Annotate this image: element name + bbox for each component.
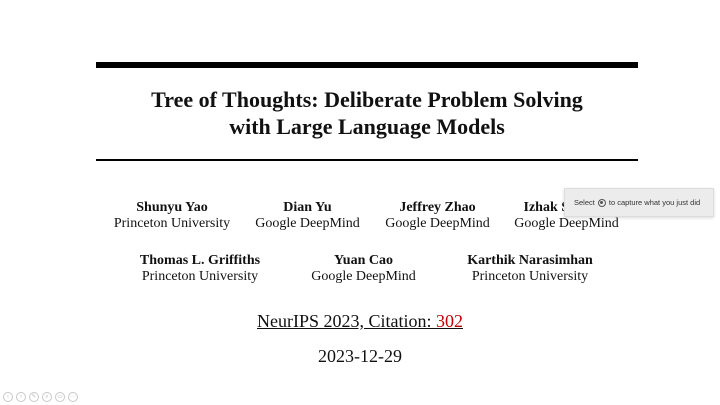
author-block: Thomas L. Griffiths Princeton University (136, 253, 264, 285)
zoom-icon[interactable]: ⌕ (42, 392, 52, 402)
author-affiliation: Princeton University (471, 269, 589, 284)
author-block: Dian Yu Google DeepMind (250, 200, 365, 232)
author-name: Yuan Cao (333, 253, 393, 268)
capture-tooltip[interactable]: Select to capture what you just did (564, 188, 714, 217)
author-name: Shunyu Yao (136, 200, 208, 215)
author-affiliation: Princeton University (113, 216, 231, 231)
more-icon[interactable]: ⋯ (68, 392, 78, 402)
author-name: Jeffrey Zhao (399, 200, 476, 215)
keyboard-key-icon (597, 198, 606, 207)
venue-citation: NeurIPS 2023, Citation: 302 (0, 311, 720, 332)
author-name: Thomas L. Griffiths (139, 253, 261, 268)
author-affiliation: Princeton University (141, 269, 259, 284)
author-name: Karthik Narasimhan (467, 253, 593, 268)
tooltip-prefix: Select (574, 198, 595, 207)
bottom-rule (96, 159, 638, 161)
author-block: Shunyu Yao Princeton University (110, 200, 234, 232)
slideshow-toolbar: ‹ › ✎ ⌕ ▭ ⋯ (3, 392, 78, 402)
slides-icon[interactable]: ▭ (55, 392, 65, 402)
author-block: Karthik Narasimhan Princeton University (465, 253, 595, 285)
tooltip-suffix: to capture what you just did (608, 198, 701, 207)
citation-count: 302 (436, 311, 463, 331)
venue-label: NeurIPS 2023, Citation: (257, 311, 436, 331)
pen-icon[interactable]: ✎ (29, 392, 39, 402)
author-block: Yuan Cao Google DeepMind (306, 253, 421, 285)
top-rule (96, 62, 638, 68)
previous-icon[interactable]: ‹ (3, 392, 13, 402)
author-name: Dian Yu (283, 200, 332, 215)
author-block: Jeffrey Zhao Google DeepMind (380, 200, 495, 232)
paper-title: Tree of Thoughts: Deliberate Problem Sol… (96, 86, 638, 140)
author-affiliation: Google DeepMind (311, 269, 416, 284)
title-line-1: Tree of Thoughts: Deliberate Problem Sol… (151, 87, 583, 112)
author-affiliation: Google DeepMind (514, 216, 619, 231)
next-icon[interactable]: › (16, 392, 26, 402)
author-affiliation: Google DeepMind (385, 216, 490, 231)
author-affiliation: Google DeepMind (255, 216, 360, 231)
title-line-2: with Large Language Models (229, 114, 505, 139)
publication-date: 2023-12-29 (318, 346, 402, 366)
